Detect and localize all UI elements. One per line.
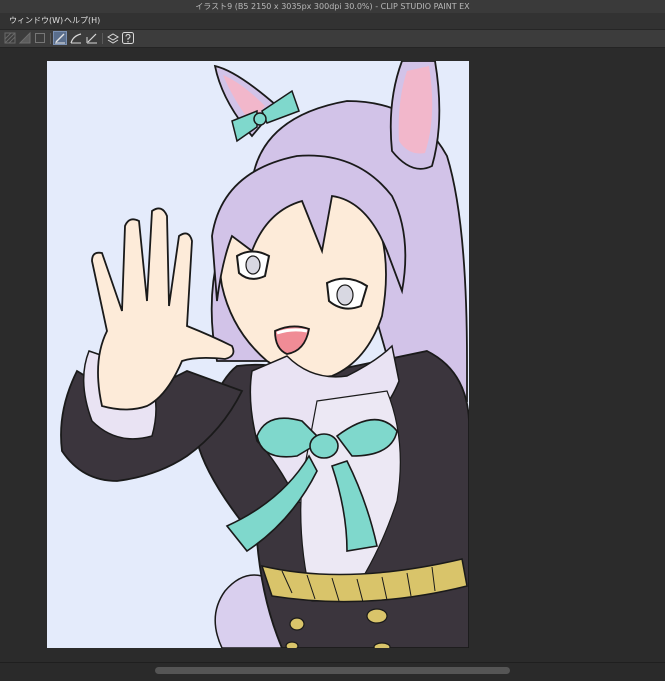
- canvas-workspace[interactable]: [0, 48, 665, 662]
- right-eye-illustration: [325, 277, 369, 310]
- help-icon[interactable]: [121, 31, 135, 45]
- hatched-square-icon[interactable]: [3, 31, 17, 45]
- menu-window[interactable]: ウィンドウ(W): [9, 13, 63, 29]
- drawing-canvas[interactable]: [47, 61, 469, 648]
- menu-bar: ウィンドウ(W) ヘルプ(H): [0, 13, 665, 30]
- title-bar: イラスト9 (B5 2150 x 3035px 300dpi 30.0%) - …: [0, 0, 665, 13]
- scrollbar-thumb[interactable]: [155, 667, 510, 674]
- command-toolbar: [0, 30, 665, 48]
- pen-check-icon[interactable]: [53, 31, 67, 45]
- layer-stack-icon[interactable]: [106, 31, 120, 45]
- square-outline-icon[interactable]: [33, 31, 47, 45]
- toolbar-separator: [102, 33, 103, 44]
- menu-help[interactable]: ヘルプ(H): [64, 13, 100, 29]
- toolbar-separator: [50, 33, 51, 44]
- horizontal-scrollbar[interactable]: [0, 662, 665, 681]
- left-eye-illustration: [235, 250, 271, 280]
- curve-pen-icon[interactable]: [69, 31, 83, 45]
- ruler-triangle-icon[interactable]: [18, 31, 32, 45]
- ruler-pen-icon[interactable]: [85, 31, 99, 45]
- window-title: イラスト9 (B5 2150 x 3035px 300dpi 30.0%) - …: [195, 2, 470, 11]
